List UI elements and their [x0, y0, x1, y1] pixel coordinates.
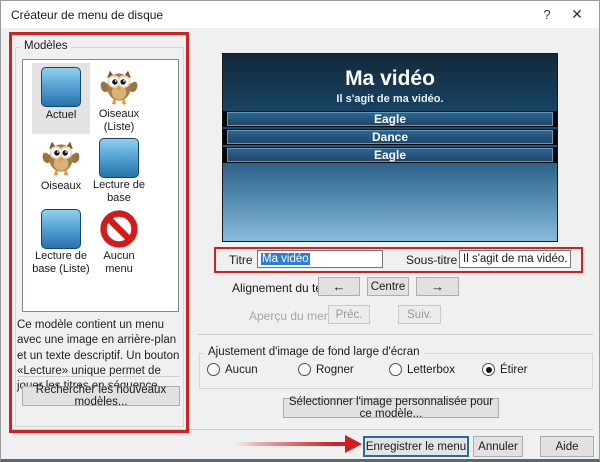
template-list[interactable]: Actuel Oiseaux (Liste) Oiseaux Lecture d…: [22, 59, 179, 312]
template-thumbnail-icon: [41, 65, 81, 109]
radio-label: Rogner: [316, 363, 354, 376]
title-field-label: Titre :: [229, 253, 260, 267]
annotation-arrow-icon: [345, 435, 362, 453]
template-item-aucun-menu[interactable]: Aucun menu: [90, 205, 148, 276]
preview-item-label: Dance: [227, 130, 553, 144]
template-item-label: Aucun menu: [103, 250, 135, 276]
search-templates-button[interactable]: Rechercher les nouveaux modèles...: [22, 384, 180, 408]
templates-groupbox: Modèles Actuel Oiseaux (Liste) Oiseaux L…: [15, 40, 184, 427]
divider: [18, 376, 180, 377]
radio-etirer[interactable]: Étirer: [482, 363, 527, 376]
templates-group-label: Modèles: [20, 40, 72, 52]
template-item-lecture-de-base-liste[interactable]: Lecture de base (Liste): [32, 205, 90, 276]
radio-label: Letterbox: [407, 363, 455, 376]
radio-button-selected-icon: [482, 363, 495, 376]
template-item-actuel[interactable]: Actuel: [32, 63, 90, 134]
radio-label: Aucun: [225, 363, 258, 376]
right-arrow-icon: →: [431, 279, 444, 294]
template-thumbnail-icon: [99, 136, 139, 179]
radio-label: Étirer: [500, 363, 528, 376]
menu-preview: Ma vidéo Il s'agit de ma vidéo. Eagle Da…: [222, 53, 558, 242]
preview-item-label: Eagle: [227, 112, 553, 126]
save-menu-button[interactable]: Enregistrer le menu: [363, 436, 469, 457]
selected-text: Ma vidéo: [261, 253, 310, 265]
align-right-button[interactable]: →: [416, 277, 459, 296]
widescreen-group-label: Ajustement d'image de fond large d'écran: [204, 346, 424, 358]
owl-icon: [99, 65, 139, 108]
preview-item-label: Eagle: [227, 148, 553, 162]
window-title: Créateur de menu de disque: [11, 8, 164, 22]
preview-subtitle: Il s'agit de ma vidéo.: [336, 93, 444, 105]
cancel-button[interactable]: Annuler: [473, 436, 523, 457]
no-menu-icon: [99, 207, 139, 250]
radio-aucun[interactable]: Aucun: [207, 363, 258, 376]
title-input[interactable]: Ma vidéo: [257, 250, 383, 268]
template-item-label: Actuel: [45, 109, 77, 121]
preview-item-row: Dance: [223, 129, 557, 145]
owl-icon: [41, 136, 81, 180]
left-arrow-icon: ←: [332, 279, 346, 294]
disc-menu-creator-dialog: Créateur de menu de disque ? ✕ Modèles A…: [0, 0, 600, 462]
template-item-oiseaux[interactable]: Oiseaux: [32, 134, 90, 205]
align-left-button[interactable]: ←: [318, 277, 360, 296]
template-thumbnail-icon: [41, 207, 81, 250]
separator: [9, 429, 593, 430]
radio-letterbox[interactable]: Letterbox: [389, 363, 455, 376]
annotation-arrow-tail: [234, 442, 346, 446]
previous-menu-button[interactable]: Préc.: [328, 305, 370, 324]
radio-rogner[interactable]: Rogner: [298, 363, 354, 376]
template-description: Ce modèle contient un menu avec une imag…: [17, 319, 180, 392]
next-menu-button[interactable]: Suiv.: [398, 305, 441, 324]
separator: [198, 334, 593, 335]
widescreen-adjustment-groupbox: Ajustement d'image de fond large d'écran…: [199, 346, 593, 389]
subtitle-field-label: Sous-titre :: [406, 253, 465, 267]
preview-item-list: Eagle Dance Eagle: [223, 111, 557, 163]
template-item-lecture-de-base[interactable]: Lecture de base: [90, 134, 148, 205]
radio-button-icon: [207, 363, 220, 376]
subtitle-input[interactable]: Il s'agit de ma vidéo.: [459, 250, 571, 268]
preview-title: Ma vidéo: [345, 67, 435, 90]
template-item-label: Lecture de base (Liste): [32, 250, 90, 276]
template-item-oiseaux-liste[interactable]: Oiseaux (Liste): [90, 63, 148, 134]
template-item-label: Oiseaux: [40, 180, 82, 192]
preview-item-row: Eagle: [223, 147, 557, 163]
template-item-label: Oiseaux (Liste): [98, 108, 140, 134]
preview-item-row: Eagle: [223, 111, 557, 127]
radio-button-icon: [389, 363, 402, 376]
help-titlebar-button[interactable]: ?: [535, 5, 559, 24]
titlebar: Créateur de menu de disque ? ✕: [1, 1, 599, 28]
template-item-label: Lecture de base: [93, 179, 145, 205]
align-center-button[interactable]: Centre: [367, 277, 409, 296]
help-button[interactable]: Aide: [540, 436, 594, 457]
radio-button-icon: [298, 363, 311, 376]
close-icon[interactable]: ✕: [565, 5, 589, 24]
select-custom-image-button[interactable]: Sélectionner l'image personnalisée pour …: [283, 396, 499, 420]
